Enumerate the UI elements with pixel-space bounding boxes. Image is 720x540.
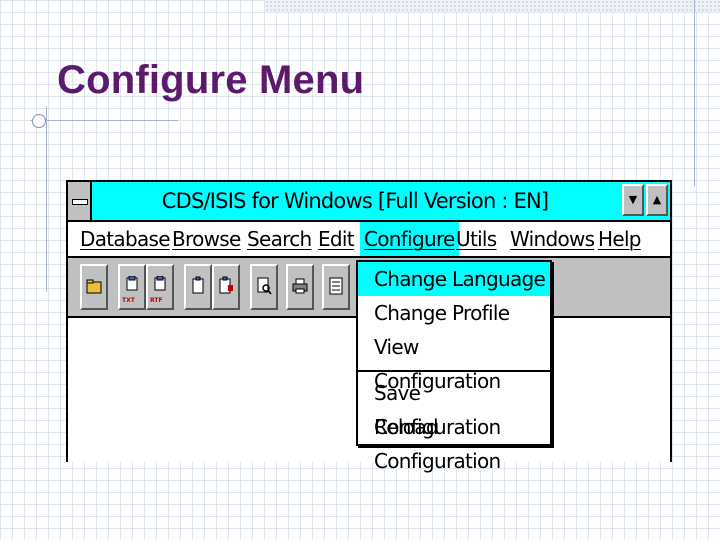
decorative-circle <box>32 114 46 128</box>
top-decorative-band <box>265 0 720 12</box>
up-arrow-icon: ▲ <box>652 193 662 206</box>
menu-browse[interactable]: Browse <box>168 222 245 256</box>
decorative-horizontal-line <box>30 120 178 121</box>
down-arrow-icon: ▼ <box>628 193 638 206</box>
configure-dropdown-menu: Change Language Change Profile View Conf… <box>356 260 552 473</box>
list-button[interactable] <box>322 264 350 310</box>
export-txt-button[interactable]: TXT <box>118 264 146 310</box>
printer-icon <box>292 278 308 294</box>
dash-icon <box>72 199 88 205</box>
menu-utils[interactable]: Utils <box>452 222 501 256</box>
find-button[interactable] <box>250 264 278 310</box>
copy-button[interactable] <box>184 264 212 310</box>
clipboard-paste-icon <box>219 276 233 294</box>
scroll-up-button[interactable]: ▲ <box>646 184 668 216</box>
menu-help[interactable]: Help <box>594 222 645 256</box>
menu-item-change-profile[interactable]: Change Profile <box>358 296 550 330</box>
clipboard-icon <box>192 276 204 294</box>
menu-item-save-configuration[interactable]: Save Configuration <box>358 376 550 439</box>
decorative-vertical-line-left <box>46 106 47 292</box>
rtf-label: RTF <box>150 297 163 304</box>
search-document-icon <box>257 277 272 295</box>
menu-windows[interactable]: Windows <box>506 222 598 256</box>
open-database-button[interactable] <box>80 264 108 310</box>
menu-database[interactable]: Database <box>76 222 174 256</box>
list-icon <box>329 277 343 295</box>
menu-item-change-language[interactable]: Change Language <box>358 262 550 296</box>
export-txt-icon <box>126 276 138 291</box>
app-window: CDS/ISIS for Windows [Full Version : EN]… <box>66 180 672 473</box>
system-menu-button[interactable] <box>68 182 92 220</box>
menu-edit[interactable]: Edit <box>314 222 358 256</box>
print-button[interactable] <box>286 264 314 310</box>
title-bar: CDS/ISIS for Windows [Full Version : EN]… <box>68 182 670 222</box>
decorative-vertical-line-right <box>694 0 695 186</box>
txt-label: TXT <box>122 297 135 304</box>
paste-button[interactable] <box>212 264 240 310</box>
scroll-down-button[interactable]: ▼ <box>622 184 644 216</box>
menu-configure[interactable]: Configure <box>360 222 459 256</box>
export-rtf-button[interactable]: RTF <box>146 264 174 310</box>
menu-item-reload-configuration[interactable]: Reload Configuration <box>358 410 550 473</box>
window-title: CDS/ISIS for Windows [Full Version : EN] <box>161 189 549 213</box>
open-folder-icon <box>86 279 102 294</box>
menu-search[interactable]: Search <box>243 222 316 256</box>
menu-bar: Database Browse Search Edit Configure Ut… <box>68 222 670 258</box>
menu-separator <box>358 370 550 372</box>
menu-item-view-configuration[interactable]: View Configuration <box>358 330 550 393</box>
slide-title: Configure Menu <box>57 58 365 102</box>
export-rtf-icon <box>154 276 166 291</box>
